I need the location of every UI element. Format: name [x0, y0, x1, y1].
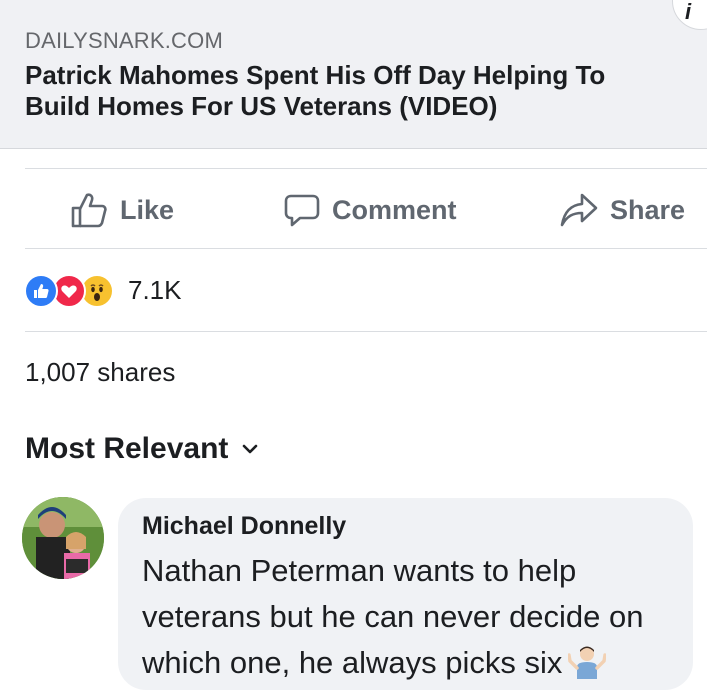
comment-button[interactable]: Comment: [284, 188, 457, 232]
info-icon: i: [685, 0, 692, 24]
comment-author[interactable]: Michael Donnelly: [142, 512, 346, 541]
like-icon: [24, 274, 58, 308]
man-shrugging-icon: [567, 643, 608, 690]
comment-label: Comment: [332, 194, 457, 225]
share-button[interactable]: Share: [560, 188, 685, 232]
chevron-down-icon: [243, 444, 258, 454]
comment-bubble-icon: [284, 194, 320, 227]
info-button[interactable]: i: [672, 0, 707, 30]
comment-bubble[interactable]: Michael Donnelly Nathan Peterman wants t…: [118, 498, 693, 690]
sort-label: Most Relevant: [25, 432, 229, 465]
divider: [25, 168, 707, 169]
reaction-count[interactable]: 7.1K: [128, 275, 182, 306]
shares-count[interactable]: 1,007 shares: [25, 357, 175, 388]
link-source: DAILYSNARK.COM: [25, 28, 223, 53]
divider: [25, 248, 707, 249]
share-label: Share: [610, 194, 686, 225]
thumbs-up-icon: [71, 193, 107, 228]
facebook-post-view: DAILYSNARK.COM Patrick Mahomes Spent His…: [0, 0, 707, 690]
link-title[interactable]: Patrick Mahomes Spent His Off Day Helpin…: [25, 60, 675, 122]
share-arrow-icon: [560, 193, 598, 227]
divider: [25, 331, 707, 332]
link-preview-card[interactable]: DAILYSNARK.COM Patrick Mahomes Spent His…: [0, 0, 707, 149]
like-label: Like: [120, 194, 175, 225]
comment-text: Nathan Peterman wants to help veterans b…: [142, 548, 682, 690]
avatar[interactable]: [22, 497, 104, 579]
comment-sort-dropdown[interactable]: Most Relevant: [25, 432, 258, 466]
like-button[interactable]: Like: [70, 188, 174, 232]
